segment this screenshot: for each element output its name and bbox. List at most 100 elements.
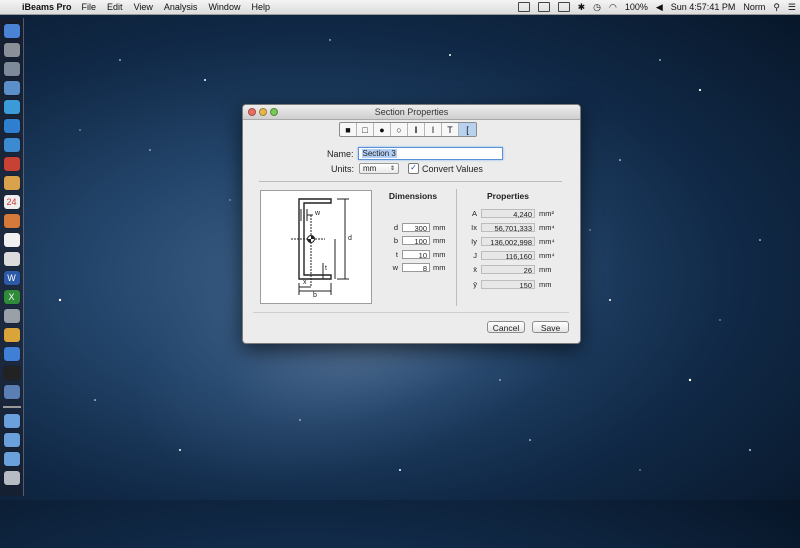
diagram-label-w: w	[315, 210, 321, 217]
shape-channel-button[interactable]: [	[459, 123, 476, 136]
cancel-button[interactable]: Cancel	[487, 321, 525, 333]
property-j-value: 116,160	[481, 251, 535, 261]
channel-drawing	[291, 198, 349, 295]
word-icon[interactable]: W	[3, 271, 20, 285]
finder-icon[interactable]	[3, 24, 20, 38]
dimension-t-input[interactable]: 10	[402, 250, 430, 260]
menu-window[interactable]: Window	[208, 2, 240, 12]
shape-hollow-rect-button[interactable]: □	[357, 123, 374, 136]
calendar-icon[interactable]: 24	[3, 195, 20, 209]
property-iy-value: 136,002,998	[481, 237, 535, 247]
dimension-unit: mm	[433, 263, 446, 272]
safari-icon[interactable]	[3, 100, 20, 114]
shape-tee-button[interactable]: T	[442, 123, 459, 136]
minimize-button[interactable]	[259, 108, 267, 116]
launchpad-icon[interactable]	[3, 43, 20, 57]
convert-values-checkbox[interactable]: ✓	[408, 163, 420, 174]
property-row-xbar: x̄ 26 mm	[465, 265, 552, 275]
menu-edit[interactable]: Edit	[107, 2, 123, 12]
preview-icon[interactable]	[3, 62, 20, 76]
window-controls	[248, 108, 281, 116]
status-area: ✱ ◷ ◠ 100% ◀ Sun 4:57:41 PM Norm ⚲ ☰	[510, 2, 800, 13]
dock: 24 W X	[0, 18, 24, 496]
save-button[interactable]: Save	[532, 321, 569, 333]
dimension-key: w	[392, 263, 398, 272]
clock[interactable]: Sun 4:57:41 PM	[671, 2, 736, 12]
menu-analysis[interactable]: Analysis	[164, 2, 198, 12]
folder-icon[interactable]	[3, 452, 20, 466]
dimension-d-input[interactable]: 300	[402, 223, 430, 233]
terminal-icon[interactable]	[3, 252, 20, 266]
bluetooth-icon[interactable]: ✱	[578, 2, 586, 13]
shape-solid-rect-button[interactable]: ■	[340, 123, 357, 136]
dimensions-title: Dimensions	[388, 191, 438, 201]
property-unit: mm⁴	[539, 223, 555, 232]
battery-percent[interactable]: 100%	[625, 2, 648, 12]
convert-values-label[interactable]: Convert Values	[422, 164, 483, 174]
dimension-b-input[interactable]: 100	[402, 236, 430, 246]
pages-icon[interactable]	[3, 328, 20, 342]
property-unit: mm⁴	[539, 251, 555, 260]
property-xbar-value: 26	[481, 265, 535, 275]
folder-icon[interactable]	[3, 414, 20, 428]
photos-icon[interactable]	[3, 214, 20, 228]
spotlight-icon[interactable]: ⚲	[773, 2, 780, 13]
photo-icon[interactable]	[3, 81, 20, 95]
section-divider	[259, 181, 562, 182]
menu-file[interactable]: File	[82, 2, 97, 12]
dimension-row-w: w 8 mm	[384, 263, 446, 273]
close-button[interactable]	[248, 108, 256, 116]
property-row-j: J 116,160 mm⁴	[465, 251, 555, 261]
window-titlebar[interactable]: Section Properties	[243, 105, 580, 120]
folder-icon[interactable]	[3, 433, 20, 447]
property-key: A	[471, 209, 477, 218]
property-unit: mm	[539, 280, 552, 289]
zoom-button[interactable]	[270, 108, 278, 116]
appstore-icon[interactable]	[3, 119, 20, 133]
console-icon[interactable]	[3, 366, 20, 380]
shape-hollow-circle-button[interactable]: ○	[391, 123, 408, 136]
user-menu[interactable]: Norm	[743, 2, 765, 12]
dock-separator	[2, 406, 21, 408]
property-row-ybar: ȳ 150 mm	[465, 280, 552, 290]
textedit-icon[interactable]	[3, 233, 20, 247]
xcode-icon[interactable]	[3, 347, 20, 361]
dimension-key: t	[395, 250, 398, 259]
volume-icon[interactable]: ◀	[656, 2, 663, 13]
menu-view[interactable]: View	[134, 2, 153, 12]
notification-center-icon[interactable]: ☰	[788, 2, 796, 13]
property-key: Ix	[471, 223, 477, 232]
menu-help[interactable]: Help	[251, 2, 270, 12]
units-label: Units:	[331, 163, 355, 174]
notes-icon[interactable]	[3, 176, 20, 190]
wifi-icon[interactable]: ◠	[609, 2, 617, 13]
diagram-label-d: d	[348, 235, 352, 242]
excel-icon[interactable]: X	[3, 290, 20, 304]
property-unit: mm⁴	[539, 237, 555, 246]
property-key: x̄	[473, 265, 477, 274]
property-unit: mm²	[539, 209, 554, 218]
dropbox-icon[interactable]	[517, 2, 530, 12]
app-menu[interactable]: iBeams Pro	[22, 2, 72, 12]
property-ybar-value: 150	[481, 280, 535, 290]
property-ix-value: 56,701,333	[481, 223, 535, 233]
globe-icon[interactable]	[3, 138, 20, 152]
property-unit: mm	[539, 265, 552, 274]
property-key: ȳ	[473, 280, 477, 289]
name-row: Name: Section 3	[327, 147, 503, 160]
shape-tapered-i-button[interactable]: I	[408, 123, 425, 136]
time-machine-icon[interactable]: ◷	[593, 2, 601, 13]
trash-icon[interactable]	[3, 471, 20, 485]
units-row: Units: mm ⇕ ✓ Convert Values	[331, 163, 483, 174]
display-icon[interactable]	[557, 2, 570, 12]
units-select[interactable]: mm ⇕	[359, 163, 400, 174]
dimension-w-input[interactable]: 8	[402, 263, 430, 273]
shape-i-beam-button[interactable]: I	[425, 123, 442, 136]
airplay-icon[interactable]	[537, 2, 550, 12]
dimension-unit: mm	[433, 223, 446, 232]
mail-icon[interactable]	[3, 157, 20, 171]
shape-solid-circle-button[interactable]: ●	[374, 123, 391, 136]
name-input[interactable]: Section 3	[357, 147, 503, 160]
system-icon[interactable]	[3, 309, 20, 323]
ibeams-icon[interactable]	[3, 385, 20, 399]
